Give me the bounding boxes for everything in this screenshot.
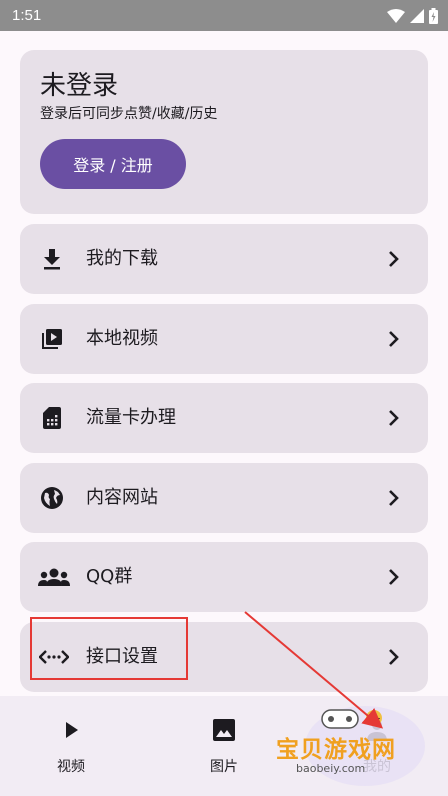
menu-item-local-video[interactable]: 本地视频 [20,304,428,374]
sim-card-icon [40,406,64,430]
menu-item-label: QQ群 [86,566,133,587]
watermark-logo: 宝贝游戏网 baobeiy.com [270,700,430,792]
nav-tab-video[interactable]: 视频 [26,718,116,778]
login-register-button[interactable]: 登录 / 注册 [40,139,186,189]
globe-icon [40,486,64,510]
battery-icon [429,7,438,24]
play-icon [66,722,78,738]
menu-item-label: 内容网站 [86,487,158,508]
highlight-box [30,617,188,680]
chevron-right-icon [389,569,399,585]
login-subtitle: 登录后可同步点赞/收藏/历史 [40,106,218,122]
chevron-right-icon [389,331,399,347]
menu-item-qq-group[interactable]: QQ群 [20,542,428,612]
image-icon [213,719,235,741]
chevron-right-icon [389,251,399,267]
menu-item-label: 我的下载 [86,248,158,269]
menu-item-label: 本地视频 [86,328,158,349]
menu-item-label: 流量卡办理 [86,407,176,428]
login-card: 未登录 登录后可同步点赞/收藏/历史 登录 / 注册 [20,50,428,214]
menu-item-downloads[interactable]: 我的下载 [20,224,428,294]
watermark-text: 宝贝游戏网 [276,737,396,763]
nav-tab-label: 图片 [210,759,238,775]
nav-tab-image[interactable]: 图片 [179,718,269,778]
status-time: 1:51 [12,7,42,24]
chevron-right-icon [389,410,399,426]
wifi-icon [387,8,405,23]
chevron-right-icon [389,490,399,506]
login-title: 未登录 [40,71,119,101]
status-icons [387,7,438,24]
signal-icon [410,8,424,23]
menu-item-sim-card[interactable]: 流量卡办理 [20,383,428,453]
menu-item-content-sites[interactable]: 内容网站 [20,463,428,533]
nav-tab-label: 视频 [57,759,85,775]
download-icon [40,247,64,271]
status-bar: 1:51 [0,0,448,31]
watermark-url: baobeiy.com [296,762,366,775]
chevron-right-icon [389,649,399,665]
video-library-icon [40,327,64,351]
group-icon [38,565,70,589]
